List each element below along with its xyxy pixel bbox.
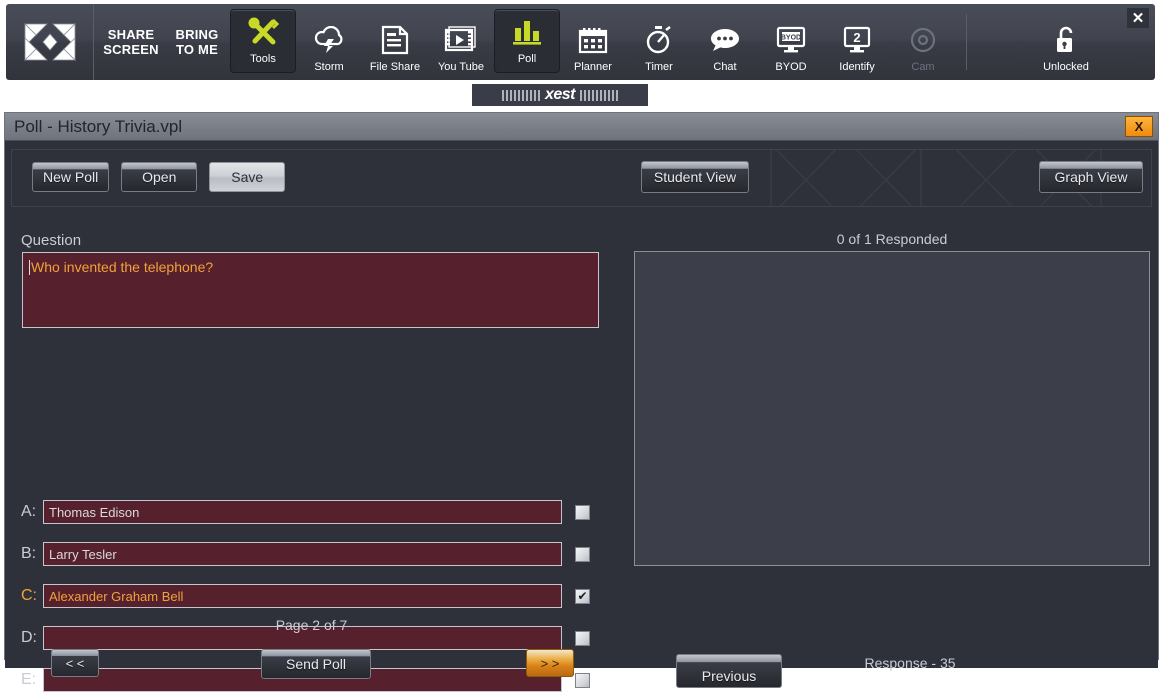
svg-text:BYOD: BYOD (781, 35, 801, 42)
app-close-button[interactable]: ✕ (1127, 8, 1149, 28)
timer-icon (644, 21, 674, 59)
toolbar-item-planner[interactable]: Planner (560, 4, 626, 80)
student-view-button[interactable]: Student View (641, 161, 749, 193)
file-share-icon (381, 21, 409, 59)
app-toolbar: SHARE SCREEN BRING TO ME Tools Storm Fil… (6, 4, 1155, 80)
poll-window: Poll - History Trivia.vpl X New Poll Ope… (4, 112, 1159, 692)
toolbar-item-timer[interactable]: Timer (626, 4, 692, 80)
chat-icon (709, 21, 741, 59)
toolbar-divider (966, 14, 967, 70)
toolbar-label-youtube: You Tube (437, 61, 485, 73)
answer-checkbox-e[interactable] (575, 672, 590, 688)
share-screen-line2: SCREEN (103, 42, 159, 57)
toolbar-label-cam: Cam (911, 61, 935, 73)
xest-label: xest (544, 86, 576, 103)
question-input[interactable]: Who invented the telephone? (22, 252, 599, 328)
toolbar-item-byod[interactable]: BYOD BYOD (758, 4, 824, 80)
question-text: Who invented the telephone? (31, 259, 214, 275)
share-screen-line1: SHARE (107, 27, 155, 42)
byod-icon: BYOD (775, 21, 807, 59)
toolbar-item-youtube[interactable]: You Tube (428, 4, 494, 80)
answer-input-b[interactable]: Larry Tesler (43, 542, 562, 566)
question-label: Question (21, 232, 82, 249)
toolbar-item-cam[interactable]: Cam (890, 4, 956, 80)
toolbar-item-chat[interactable]: Chat (692, 4, 758, 80)
planner-icon (578, 21, 608, 59)
save-button[interactable]: Save (209, 162, 286, 192)
toolbar-label-byod: BYOD (775, 61, 807, 73)
toolbar-item-file-share[interactable]: File Share (362, 4, 428, 80)
next-page-button[interactable]: > > (526, 649, 574, 677)
poll-icon (511, 13, 543, 51)
poll-window-body: New Poll Open Save Student View Graph Vi… (5, 149, 1158, 692)
xest-grip-left-icon (501, 89, 540, 101)
answer-letter-e: E: (21, 671, 37, 688)
app-logo (6, 4, 94, 80)
toolbar-item-poll[interactable]: Poll (494, 9, 560, 73)
text-caret (29, 260, 30, 275)
toolbar-item-storm[interactable]: Storm (296, 4, 362, 80)
response-indicator: Response - 35 (864, 655, 956, 671)
unlocked-padlock-icon (1053, 21, 1079, 59)
youtube-icon (444, 21, 478, 59)
answer-row-a: A: Thomas Edison (21, 499, 601, 525)
poll-window-close-button[interactable]: X (1125, 116, 1153, 137)
toolbar-label-planner: Planner (574, 61, 612, 73)
x-logo-icon (23, 23, 76, 61)
answer-input-c[interactable]: Alexander Graham Bell (43, 584, 562, 608)
share-screen-button[interactable]: SHARE SCREEN (98, 4, 164, 80)
bring-to-me-line2: TO ME (176, 42, 218, 57)
toolbar-label-poll: Poll (517, 53, 537, 65)
toolbar-item-identify[interactable]: 2 Identify (824, 4, 890, 80)
answer-letter-c: C: (21, 587, 37, 604)
answer-input-a[interactable]: Thomas Edison (43, 500, 562, 524)
answer-row-c: C: Alexander Graham Bell ✔ (21, 583, 601, 609)
answer-letter-b: B: (21, 545, 37, 562)
answer-checkbox-a[interactable] (575, 504, 590, 520)
send-poll-button[interactable]: Send Poll (261, 649, 371, 679)
poll-file-buttons: New Poll Open Save (32, 162, 286, 192)
xest-tab[interactable]: xest (472, 84, 648, 106)
open-button[interactable]: Open (121, 162, 198, 192)
toolbar-label-tools: Tools (250, 53, 276, 65)
toolbar-item-tools[interactable]: Tools (230, 9, 296, 73)
toolbar-label-storm: Storm (314, 61, 344, 73)
app-toolbar-items: SHARE SCREEN BRING TO ME Tools Storm Fil… (94, 4, 1155, 80)
xest-grip-right-icon (580, 89, 619, 101)
answer-checkbox-b[interactable] (575, 546, 590, 562)
graph-view-button[interactable]: Graph View (1039, 161, 1143, 193)
previous-page-button[interactable]: < < (51, 649, 99, 677)
identify-icon: 2 (841, 21, 873, 59)
poll-toolbar: New Poll Open Save Student View Graph Vi… (11, 149, 1152, 207)
toolbar-label-timer: Timer (645, 61, 673, 73)
new-poll-button[interactable]: New Poll (32, 162, 110, 192)
toolbar-label-file-share: File Share (369, 61, 421, 73)
response-previous-button[interactable]: Previous (676, 654, 782, 688)
toolbar-item-unlocked[interactable]: Unlocked (1011, 4, 1121, 80)
responded-count: 0 of 1 Responded (836, 231, 948, 247)
bring-to-me-line1: BRING (175, 27, 219, 42)
storm-icon (313, 21, 345, 59)
poll-window-title-bar[interactable]: Poll - History Trivia.vpl X (5, 113, 1158, 141)
toolbar-label-identify: Identify (839, 61, 875, 73)
poll-window-title: Poll - History Trivia.vpl (14, 116, 183, 136)
answer-row-b: B: Larry Tesler (21, 541, 601, 567)
answer-letter-a: A: (21, 503, 37, 520)
page-indicator: Page 2 of 7 (275, 617, 348, 633)
cam-icon (908, 21, 938, 59)
toolbar-label-chat: Chat (713, 61, 737, 73)
tools-icon (247, 13, 279, 51)
bring-to-me-button[interactable]: BRING TO ME (164, 4, 230, 80)
answer-checkbox-c[interactable]: ✔ (575, 588, 590, 604)
response-panel (634, 251, 1150, 566)
toolbar-label-unlocked: Unlocked (1043, 61, 1089, 73)
svg-text:2: 2 (853, 30, 860, 45)
